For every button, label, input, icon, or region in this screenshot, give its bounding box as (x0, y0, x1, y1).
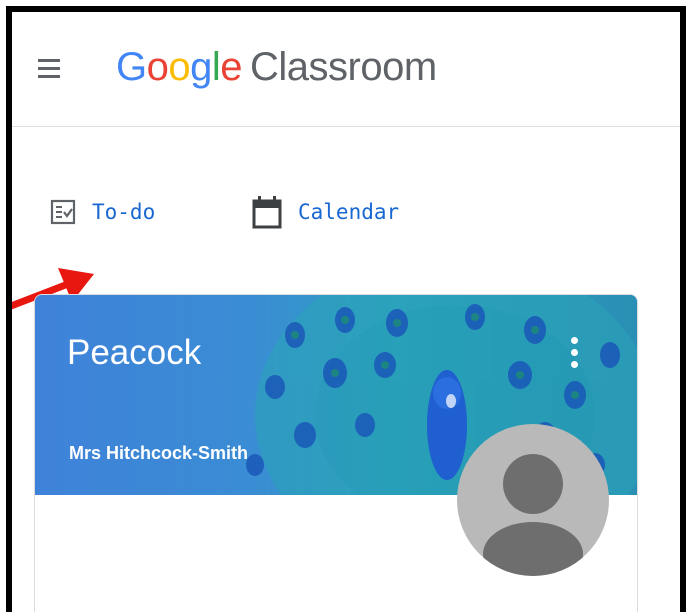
google-classroom-logo[interactable]: Google Classroom (116, 42, 437, 92)
todo-label: To-do (92, 200, 156, 224)
calendar-label: Calendar (298, 200, 400, 224)
teacher-name: Mrs Hitchcock-Smith (69, 443, 249, 463)
top-app-bar: Google Classroom (12, 12, 680, 127)
todo-link[interactable]: To-do (50, 192, 155, 232)
logo-letter-g2: g (190, 45, 212, 89)
class-name[interactable]: Peacock (67, 333, 201, 373)
todo-checklist-icon (50, 199, 76, 225)
logo-letter-o2: o (168, 45, 191, 89)
calendar-icon (252, 196, 282, 229)
logo-letter-o1: o (146, 45, 169, 89)
logo-letter-l: l (211, 45, 221, 89)
hamburger-menu-icon[interactable] (38, 59, 62, 79)
calendar-link[interactable]: Calendar (252, 192, 399, 232)
person-avatar-icon (457, 424, 609, 576)
app-window: Google Classroom To-do Calendar Peacock … (6, 6, 686, 612)
logo-letter-e: e (220, 45, 243, 89)
product-name: Classroom (250, 45, 437, 89)
quick-links: To-do Calendar (12, 192, 680, 232)
more-vert-icon[interactable] (563, 333, 587, 373)
logo-letter-g: G (116, 45, 147, 89)
